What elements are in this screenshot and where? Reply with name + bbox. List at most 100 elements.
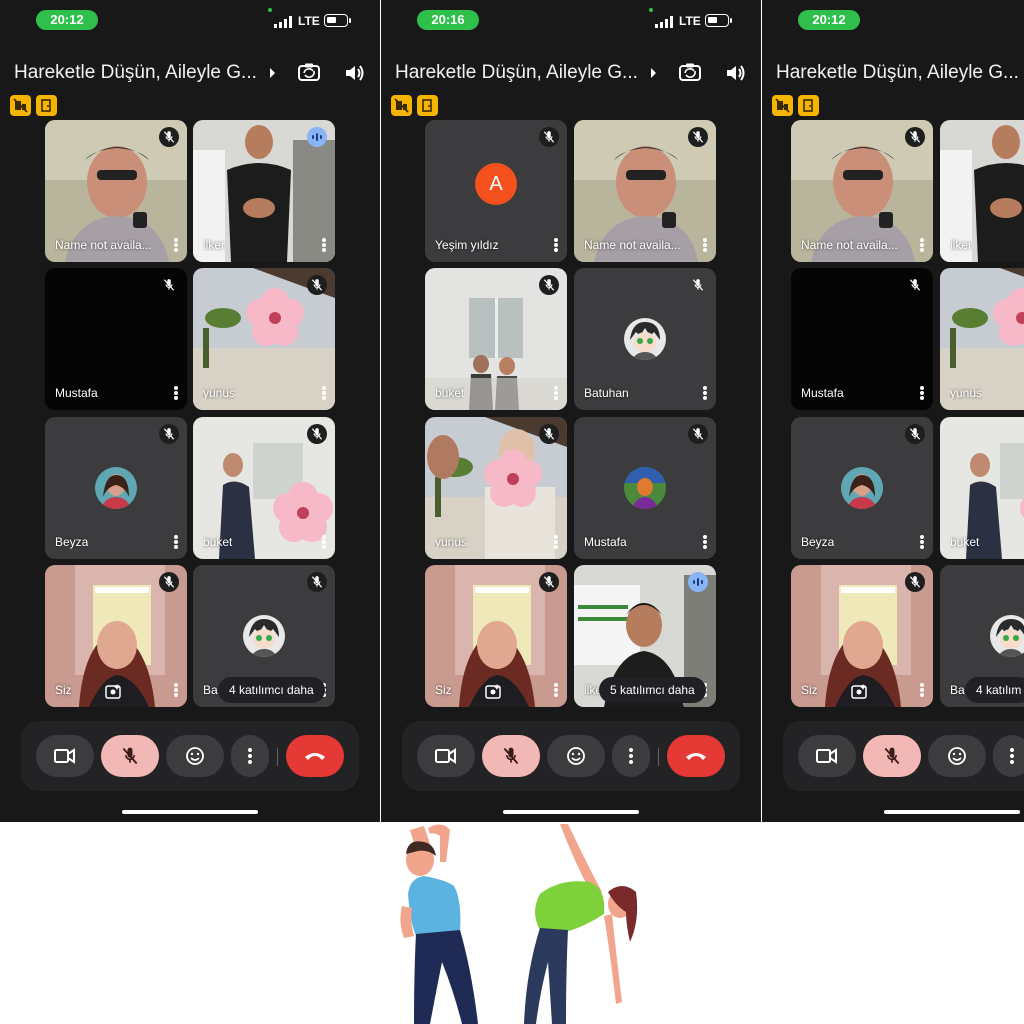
more-options-button[interactable]: [231, 735, 269, 777]
end-call-icon: [686, 753, 706, 760]
more-vert-icon[interactable]: [554, 386, 558, 400]
mic-off-icon: [307, 275, 327, 295]
mic-off-icon: [905, 572, 925, 592]
participant-name: Yeşim yıldız: [435, 238, 499, 252]
participant-tile[interactable]: Beyza: [791, 417, 933, 559]
more-vert-icon[interactable]: [920, 386, 924, 400]
meeting-header: Hareketle Düşün, Aileyle G...: [381, 60, 761, 88]
reactions-button[interactable]: [928, 735, 986, 777]
speaker-icon[interactable]: [726, 64, 746, 82]
participant-tile[interactable]: Mustafa: [791, 268, 933, 410]
home-indicator[interactable]: [122, 810, 258, 814]
more-vert-icon[interactable]: [174, 683, 178, 697]
participant-tile[interactable]: A Yeşim yıldız: [425, 120, 567, 262]
participant-tile[interactable]: yunus: [425, 417, 567, 559]
more-vert-icon[interactable]: [554, 535, 558, 549]
mic-off-icon: [539, 275, 559, 295]
participant-tile[interactable]: Siz: [45, 565, 187, 707]
participant-tile[interactable]: ilker: [193, 120, 335, 262]
participant-tile[interactable]: Ba 4 katılımcı daha: [193, 565, 335, 707]
participant-tile[interactable]: Siz: [425, 565, 567, 707]
camera-switch-icon[interactable]: [679, 63, 701, 81]
mic-off-icon: [539, 127, 559, 147]
effects-icon[interactable]: [851, 683, 867, 699]
participant-tile[interactable]: Ba 4 katılım: [940, 565, 1024, 707]
host-controls-badge[interactable]: [391, 95, 412, 116]
participant-name: Ba: [203, 683, 218, 697]
host-controls-badge[interactable]: [772, 95, 793, 116]
host-controls-badge[interactable]: [10, 95, 31, 116]
door-badge[interactable]: [36, 95, 57, 116]
microphone-button[interactable]: [101, 735, 159, 777]
meeting-title[interactable]: Hareketle Düşün, Aileyle G...: [776, 62, 1024, 84]
status-time: 20:12: [36, 10, 98, 30]
more-vert-icon[interactable]: [554, 683, 558, 697]
more-participants-pill[interactable]: 5 katılımcı daha: [599, 677, 706, 703]
microphone-button[interactable]: [482, 735, 540, 777]
more-vert-icon: [629, 748, 633, 764]
camera-button[interactable]: [798, 735, 856, 777]
mic-off-icon: [688, 275, 708, 295]
more-options-button[interactable]: [612, 735, 650, 777]
reactions-button[interactable]: [547, 735, 605, 777]
microphone-button[interactable]: [863, 735, 921, 777]
participant-tile[interactable]: yunus: [193, 268, 335, 410]
speaker-icon[interactable]: [345, 64, 365, 82]
more-vert-icon[interactable]: [703, 386, 707, 400]
status-time: 20:16: [417, 10, 479, 30]
more-options-button[interactable]: [993, 735, 1024, 777]
speaking-indicator-icon: [688, 572, 708, 592]
end-call-button[interactable]: [286, 735, 344, 777]
more-vert-icon[interactable]: [322, 238, 326, 252]
meeting-title[interactable]: Hareketle Düşün, Aileyle G...: [395, 62, 645, 84]
more-vert-icon[interactable]: [174, 386, 178, 400]
man-figure: [400, 824, 478, 1024]
camera-button[interactable]: [417, 735, 475, 777]
participant-name: ilker: [950, 238, 973, 252]
participant-tile[interactable]: yunus: [940, 268, 1024, 410]
more-vert-icon[interactable]: [174, 535, 178, 549]
more-vert-icon[interactable]: [322, 535, 326, 549]
participant-tile[interactable]: buket: [425, 268, 567, 410]
reactions-button[interactable]: [166, 735, 224, 777]
participant-tile[interactable]: Name not availa...: [791, 120, 933, 262]
caret-right-icon[interactable]: [651, 68, 656, 78]
effects-icon[interactable]: [485, 683, 501, 699]
home-indicator[interactable]: [503, 810, 639, 814]
more-vert-icon[interactable]: [920, 683, 924, 697]
more-vert-icon: [1010, 748, 1014, 764]
meeting-title[interactable]: Hareketle Düşün, Aileyle G...: [14, 62, 264, 84]
participant-tile[interactable]: Name not availa...: [45, 120, 187, 262]
participant-tile[interactable]: Siz: [791, 565, 933, 707]
home-indicator[interactable]: [884, 810, 1020, 814]
door-badge[interactable]: [798, 95, 819, 116]
mic-off-icon: [159, 572, 179, 592]
more-participants-pill[interactable]: 4 katılımcı daha: [218, 677, 325, 703]
participant-tile[interactable]: Batuhan: [574, 268, 716, 410]
participant-tile[interactable]: buket: [193, 417, 335, 559]
mic-off-icon: [159, 127, 179, 147]
more-participants-pill[interactable]: 4 katılım: [965, 677, 1024, 703]
emoji-icon: [948, 747, 966, 765]
effects-icon[interactable]: [105, 683, 121, 699]
participant-tile[interactable]: ilker: [940, 120, 1024, 262]
participant-tile[interactable]: buket: [940, 417, 1024, 559]
caret-right-icon[interactable]: [270, 68, 275, 78]
more-vert-icon[interactable]: [174, 238, 178, 252]
end-call-button[interactable]: [667, 735, 725, 777]
door-badge[interactable]: [417, 95, 438, 116]
participant-tile[interactable]: Mustafa: [45, 268, 187, 410]
participant-tile[interactable]: Beyza: [45, 417, 187, 559]
participant-tile[interactable]: ilke 5 katılımcı daha: [574, 565, 716, 707]
more-vert-icon[interactable]: [703, 535, 707, 549]
more-vert-icon[interactable]: [920, 535, 924, 549]
more-vert-icon[interactable]: [554, 238, 558, 252]
more-vert-icon[interactable]: [703, 238, 707, 252]
camera-button[interactable]: [36, 735, 94, 777]
participant-tile[interactable]: Mustafa: [574, 417, 716, 559]
camera-switch-icon[interactable]: [298, 63, 320, 81]
more-vert-icon[interactable]: [322, 386, 326, 400]
signal-icon: [274, 16, 294, 28]
participant-tile[interactable]: Name not availa...: [574, 120, 716, 262]
more-vert-icon[interactable]: [920, 238, 924, 252]
